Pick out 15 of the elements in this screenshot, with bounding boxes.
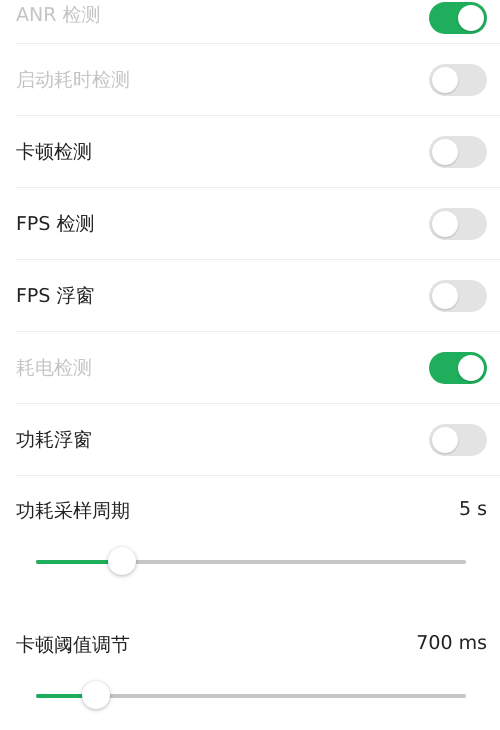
value-reading: 700 ms <box>416 632 487 656</box>
setting-label: FPS 浮窗 <box>16 284 94 308</box>
toggle-switch[interactable] <box>429 136 487 168</box>
setting-label: ANR 检测 <box>16 3 100 28</box>
toggle-switch[interactable] <box>429 208 487 240</box>
setting-label: FPS 检测 <box>16 212 94 236</box>
setting-label: 功耗采样周期 <box>16 499 130 524</box>
setting-label: 功耗浮窗 <box>16 428 92 452</box>
setting-label: 卡顿检测 <box>16 140 92 164</box>
setting-label: 耗电检测 <box>16 356 92 380</box>
value-reading: 5 s <box>458 498 487 522</box>
toggle-switch[interactable] <box>429 280 487 312</box>
toggle-switch[interactable] <box>429 424 487 456</box>
setting-label: 卡顿阈值调节 <box>16 633 130 658</box>
setting-label: 启动耗时检测 <box>16 68 130 92</box>
